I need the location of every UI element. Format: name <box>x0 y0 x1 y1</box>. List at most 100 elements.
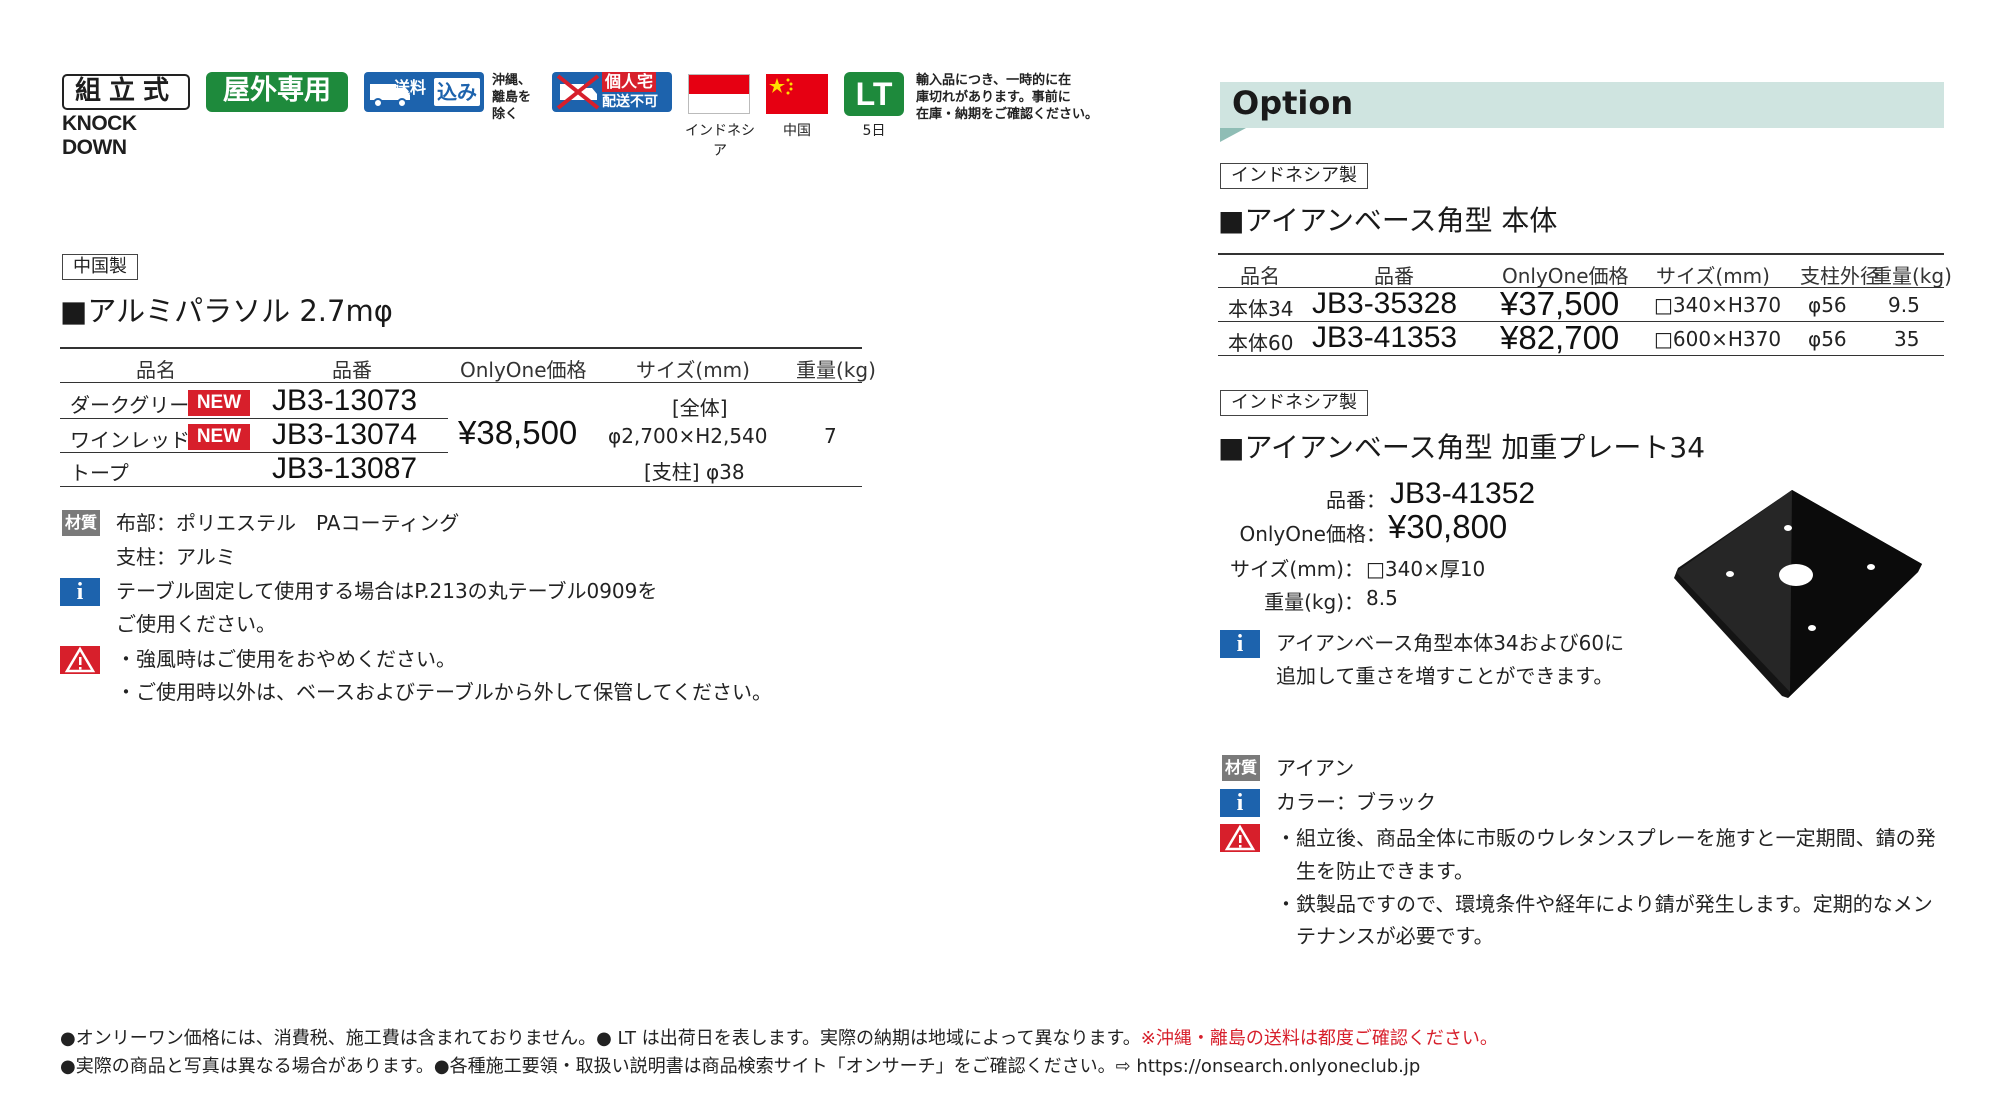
option-bar-tick <box>1220 128 1246 142</box>
made-in-label: インドネシア製 <box>1220 390 1368 416</box>
size-line-2: φ2,700×H2,540 <box>608 424 768 448</box>
spec-size: □340×厚10 <box>1366 557 1486 581</box>
spec-price-label: OnlyOne価格： <box>1239 522 1386 546</box>
header-diameter: 支柱外径 <box>1800 264 1880 288</box>
import-note: 輸入品につき、一時的に在 庫切れがあります。事前に 在庫・納期をご確認ください。 <box>916 72 1098 123</box>
weight-value: 7 <box>824 424 837 448</box>
warning-line: テナンスが必要です。 <box>1276 924 1494 948</box>
row-name: 本体34 <box>1228 297 1294 321</box>
spec-weight: 8.5 <box>1366 586 1398 610</box>
row-code: JB3-41353 <box>1312 321 1458 354</box>
header-code: 品番 <box>332 358 372 382</box>
shipping-note-line: 離島を <box>492 90 532 105</box>
row-weight: 35 <box>1894 327 1920 351</box>
row-name: ワインレッド <box>70 428 190 452</box>
table-header-rule <box>60 382 862 383</box>
indonesia-flag-icon <box>688 74 750 114</box>
new-badge: NEW <box>188 424 250 450</box>
footer-line-2: ●実際の商品と写真は異なる場合があります。●各種施工要領・取扱い説明書は商品検索… <box>60 1056 1421 1077</box>
info-icon: i <box>60 578 100 606</box>
price-value: ¥38,500 <box>458 414 578 451</box>
warning-line: ・ご使用時以外は、ベースおよびテーブルから外して保管してください。 <box>116 680 772 704</box>
spec-weight-label: 重量(kg)： <box>1264 590 1364 614</box>
header-name: 品名 <box>1240 264 1280 288</box>
material-icon: 材質 <box>62 510 100 536</box>
footer-text: ●オンリーワン価格には、消費税、施工費は含まれておりません。● LT は出荷日を… <box>60 1028 1141 1049</box>
shipping-included-badge: 送料 込み <box>364 72 484 112</box>
row-price: ¥82,700 <box>1500 319 1620 356</box>
warning-line: ・鉄製品ですので、環境条件や経年により錆が発生します。定期的なメン <box>1276 892 1933 916</box>
table-top-rule <box>60 347 862 349</box>
outdoor-only-badge: 屋外専用 <box>206 72 348 112</box>
china-flag-icon <box>766 74 828 114</box>
row-code: JB3-13073 <box>272 384 418 417</box>
header-size: サイズ(mm) <box>1656 264 1770 288</box>
spec-code: JB3-41352 <box>1390 477 1536 510</box>
no-delivery-truck-icon <box>556 74 600 110</box>
product-title: ■アイアンベース角型 加重プレート34 <box>1218 431 1706 464</box>
size-line-3: [支柱] φ38 <box>644 460 745 484</box>
made-in-label: インドネシア製 <box>1220 163 1368 189</box>
lead-time-badge: LT <box>844 72 904 116</box>
header-size: サイズ(mm) <box>636 358 750 382</box>
header-weight: 重量(kg) <box>796 358 876 382</box>
spec-code-label: 品番： <box>1326 488 1386 512</box>
shipping-label: 送料 <box>394 78 427 97</box>
warning-icon <box>60 646 100 674</box>
new-badge: NEW <box>188 390 250 416</box>
row-size: □340×H370 <box>1654 293 1782 317</box>
import-note-line: 在庫・納期をご確認ください。 <box>916 107 1099 122</box>
info-line: ご使用ください。 <box>116 612 276 636</box>
table-bottom-rule <box>1218 355 1944 356</box>
row-size: □600×H370 <box>1654 327 1782 351</box>
warning-icon <box>1220 824 1260 852</box>
row-diameter: φ56 <box>1808 327 1847 351</box>
row-price: ¥37,500 <box>1500 285 1620 322</box>
header-price: OnlyOne価格 <box>460 358 587 382</box>
row-name: 本体60 <box>1228 331 1294 355</box>
warning-line: 生を防止できます。 <box>1276 859 1474 883</box>
no-home-delivery-badge: 個人宅 配送不可 <box>552 72 672 112</box>
shipping-note-line: 除く <box>492 107 519 122</box>
plate-info-line: アイアンベース角型本体34および60に <box>1276 631 1625 655</box>
warning-line: ・強風時はご使用をおやめください。 <box>116 647 456 671</box>
row-weight: 9.5 <box>1888 293 1920 317</box>
header-code: 品番 <box>1374 264 1414 288</box>
knockdown-english-label: KNOCK DOWN <box>62 112 137 159</box>
no-home-label-2: 配送不可 <box>602 94 658 110</box>
row-diameter: φ56 <box>1808 293 1847 317</box>
header-weight: 重量(kg) <box>1872 264 1952 288</box>
warning-line: ・組立後、商品全体に市販のウレタンスプレーを施すと一定期間、錆の発 <box>1276 826 1936 850</box>
row-code: JB3-13074 <box>272 418 418 451</box>
material-line: 布部：ポリエステル PAコーティング <box>116 511 460 535</box>
plate-product-image <box>1674 490 1922 698</box>
color-value: カラー：ブラック <box>1276 790 1436 814</box>
table-bottom-rule <box>60 486 862 487</box>
row-name: トープ <box>70 461 129 485</box>
no-home-label-1: 個人宅 <box>602 72 657 92</box>
row-code: JB3-35328 <box>1312 287 1458 320</box>
header-name: 品名 <box>136 358 176 382</box>
lead-time-caption: 5日 <box>862 123 886 139</box>
footer-line-1: ●オンリーワン価格には、消費税、施工費は含まれておりません。● LT は出荷日を… <box>60 1024 1498 1050</box>
plate-info-line: 追加して重さを増すことができます。 <box>1276 664 1614 688</box>
spec-size-label: サイズ(mm)： <box>1230 557 1364 581</box>
product-title: ■アイアンベース角型 本体 <box>1218 204 1558 237</box>
table-top-rule <box>1218 253 1944 255</box>
size-line-1: [全体] <box>672 396 728 420</box>
shipping-included-label: 込み <box>434 78 480 106</box>
material-value: アイアン <box>1276 756 1355 780</box>
china-caption: 中国 <box>783 123 811 139</box>
knockdown-badge: 組立式 <box>62 74 190 110</box>
shipping-note-line: 沖縄、 <box>492 73 532 88</box>
material-line: 支柱：アルミ <box>116 545 236 569</box>
info-icon: i <box>1220 630 1260 658</box>
footer-red-note: ※沖縄・離島の送料は都度ご確認ください。 <box>1140 1028 1498 1049</box>
info-line: テーブル固定して使用する場合はP.213の丸テーブル0909を <box>116 579 658 603</box>
product-title: ■アルミパラソル 2.7mφ <box>60 294 393 328</box>
made-in-label: 中国製 <box>62 254 138 280</box>
info-icon: i <box>1220 789 1260 817</box>
material-icon: 材質 <box>1222 755 1260 781</box>
import-note-line: 輸入品につき、一時的に在 <box>916 73 1072 88</box>
row-code: JB3-13087 <box>272 452 418 485</box>
